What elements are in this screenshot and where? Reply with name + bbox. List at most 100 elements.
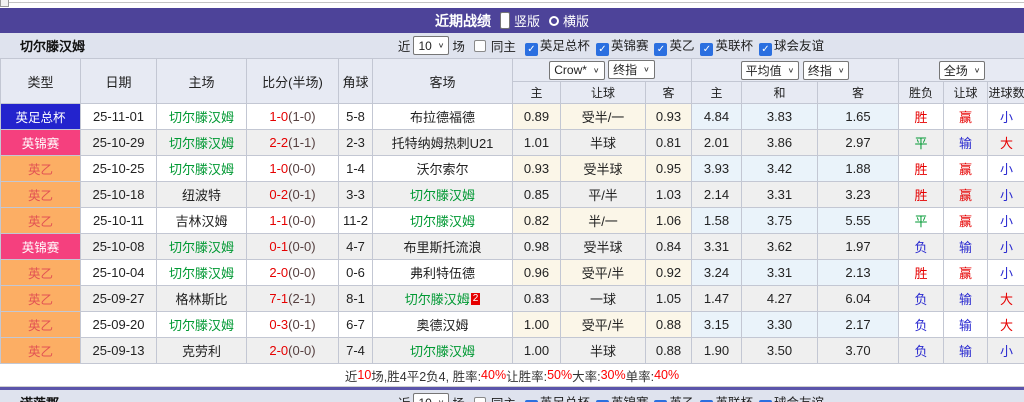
competition-checkbox[interactable]	[525, 43, 538, 56]
crow-away-odds: 0.84	[646, 234, 692, 260]
competition-badge: 英乙	[1, 156, 81, 182]
col-header-score: 比分(半场)	[247, 59, 339, 104]
match-date: 25-10-18	[81, 182, 157, 208]
match-date: 25-10-29	[81, 130, 157, 156]
home-team[interactable]: 吉林汉姆	[157, 208, 247, 234]
crow-home-odds: 0.83	[513, 286, 561, 312]
fulltime-score: 1-1	[269, 213, 288, 228]
average-select[interactable]: 平均值∨	[741, 61, 800, 80]
fulltime-score: 0-2	[269, 187, 288, 202]
halftime-score: (0-1)	[288, 187, 315, 202]
result-wdl: 胜	[899, 156, 944, 182]
layout-vertical-option[interactable]: 竖版	[500, 11, 540, 30]
bookmaker-select[interactable]: Crow*∨	[549, 61, 604, 80]
corner-score: 2-3	[339, 130, 373, 156]
competition-checkbox[interactable]	[759, 43, 772, 56]
score-cell: 7-1(2-1)	[247, 286, 339, 312]
away-team[interactable]: 托特纳姆热刺U21	[373, 130, 513, 156]
home-team[interactable]: 切尔滕汉姆	[157, 234, 247, 260]
score-cell: 0-1(0-0)	[247, 234, 339, 260]
same-home-checkbox[interactable]	[474, 40, 486, 52]
away-team-name: 切尔滕汉姆	[410, 214, 475, 229]
score-cell: 2-0(0-0)	[247, 338, 339, 364]
summary-segment: 近	[345, 366, 358, 385]
fulltime-score: 0-3	[269, 317, 288, 332]
home-team[interactable]: 切尔滕汉姆	[157, 312, 247, 338]
home-team[interactable]: 切尔滕汉姆	[157, 130, 247, 156]
chevron-down-icon: ∨	[593, 66, 600, 75]
home-team[interactable]: 纽波特	[157, 182, 247, 208]
chevron-down-icon: ∨	[438, 41, 445, 50]
section-title-bar: 近期战绩 竖版 横版	[0, 8, 1024, 33]
home-team[interactable]: 克劳利	[157, 338, 247, 364]
competition-label: 英足总杯	[540, 39, 590, 53]
result-wdl: 负	[899, 312, 944, 338]
avg-home-odds: 4.84	[692, 104, 742, 130]
result-wdl: 胜	[899, 182, 944, 208]
sub-header-wdl: 胜负	[899, 82, 944, 104]
corner-score: 11-2	[339, 208, 373, 234]
avg-away-odds: 2.97	[818, 130, 899, 156]
away-team-name: 切尔滕汉姆	[410, 188, 475, 203]
home-team[interactable]: 切尔滕汉姆	[157, 260, 247, 286]
away-team[interactable]: 沃尔索尔	[373, 156, 513, 182]
away-team[interactable]: 切尔滕汉姆	[373, 338, 513, 364]
crow-home-odds: 0.85	[513, 182, 561, 208]
sub-header-avg-draw: 和	[742, 82, 818, 104]
away-team[interactable]: 布里斯托流浪	[373, 234, 513, 260]
competition-checkbox[interactable]	[596, 43, 609, 56]
match-count-select[interactable]: 10 ∨	[413, 36, 449, 55]
away-team[interactable]: 弗利特伍德	[373, 260, 513, 286]
layout-vertical-label[interactable]: 竖版	[514, 11, 540, 30]
crow-handicap: 平/半	[561, 182, 646, 208]
halftime-score: (1-0)	[288, 109, 315, 124]
average-index-select[interactable]: 终指∨	[803, 61, 850, 80]
avg-away-odds: 2.17	[818, 312, 899, 338]
home-team[interactable]: 切尔滕汉姆	[157, 104, 247, 130]
next-match-count-select[interactable]: 10 ∨	[413, 393, 449, 402]
away-team[interactable]: 切尔滕汉姆	[373, 182, 513, 208]
corner-score: 4-7	[339, 234, 373, 260]
away-team[interactable]: 布拉德福德	[373, 104, 513, 130]
radio-unselected-icon[interactable]	[549, 16, 559, 26]
competition-checkbox[interactable]	[700, 43, 713, 56]
result-goals: 小	[988, 182, 1024, 208]
result-goals: 小	[988, 104, 1024, 130]
corner-score: 5-8	[339, 104, 373, 130]
layout-horizontal-option[interactable]: 横版	[549, 11, 589, 30]
result-goals: 小	[988, 234, 1024, 260]
clipped-element-stub	[0, 0, 9, 7]
competition-badge: 英锦赛	[1, 130, 81, 156]
summary-segment: 30%	[601, 368, 626, 382]
corner-score: 0-6	[339, 260, 373, 286]
match-date: 25-09-13	[81, 338, 157, 364]
away-team[interactable]: 切尔滕汉姆	[373, 208, 513, 234]
scope-select[interactable]: 全场∨	[939, 61, 986, 80]
competition-badge: 英足总杯	[1, 104, 81, 130]
avg-away-odds: 3.23	[818, 182, 899, 208]
layout-horizontal-label[interactable]: 横版	[563, 11, 589, 30]
away-team-name: 布里斯托流浪	[403, 240, 481, 255]
next-same-home-checkbox[interactable]	[474, 397, 486, 402]
competition-checkbox[interactable]	[654, 43, 667, 56]
away-team[interactable]: 奥德汉姆	[373, 312, 513, 338]
avg-draw-odds: 3.62	[742, 234, 818, 260]
bookmaker-index-value: 终指	[613, 61, 637, 78]
col-header-away: 客场	[373, 59, 513, 104]
radio-selected-icon[interactable]	[500, 12, 510, 29]
crow-handicap: 受半/一	[561, 104, 646, 130]
away-team-name: 奥德汉姆	[416, 318, 468, 333]
away-team[interactable]: 切尔滕汉姆2	[373, 286, 513, 312]
crow-handicap: 受平/半	[561, 312, 646, 338]
sub-header-crow-handicap: 让球	[561, 82, 646, 104]
away-team-name: 切尔滕汉姆	[410, 344, 475, 359]
score-cell: 0-3(0-1)	[247, 312, 339, 338]
competition-label: 英联杯	[715, 396, 753, 402]
bookmaker-index-select[interactable]: 终指∨	[608, 60, 655, 79]
result-handicap: 赢	[944, 182, 988, 208]
home-team[interactable]: 格林斯比	[157, 286, 247, 312]
home-team[interactable]: 切尔滕汉姆	[157, 156, 247, 182]
fulltime-score: 1-0	[269, 109, 288, 124]
away-team-name: 沃尔索尔	[416, 162, 468, 177]
table-row: 英乙 25-09-27 格林斯比 7-1(2-1) 8-1 切尔滕汉姆2 0.8…	[1, 286, 1024, 312]
